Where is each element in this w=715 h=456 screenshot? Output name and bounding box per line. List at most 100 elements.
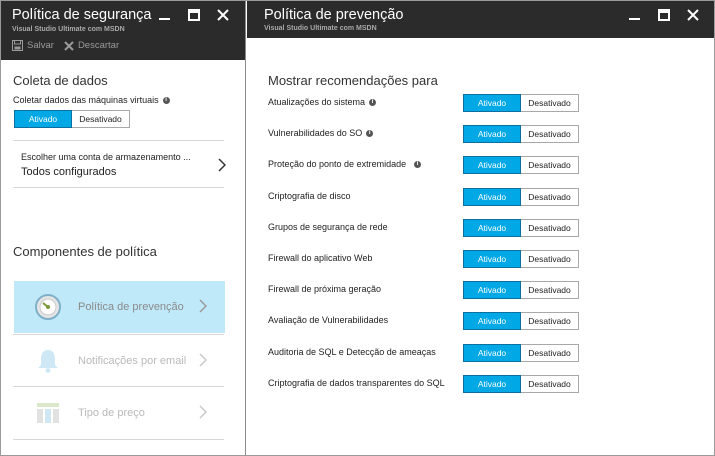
info-icon[interactable]: i: [369, 98, 377, 106]
discard-label: Descartar: [77, 40, 120, 51]
toggle-off-option[interactable]: Desativado: [521, 156, 579, 174]
maximize-icon[interactable]: [649, 7, 678, 23]
blade-subtitle: Visual Studio Ultimate com MSDN: [264, 25, 377, 32]
toggle-off-option[interactable]: Desativado: [521, 312, 579, 330]
recommendation-label: Firewall do aplicativo Web: [268, 253, 373, 263]
toggle-on-option[interactable]: Ativado: [463, 219, 521, 237]
recommendation-toggle[interactable]: Ativado Desativado: [463, 156, 579, 174]
save-label: Salvar: [27, 40, 54, 51]
recommendation-label: Avaliação de Vulnerabilidades: [268, 315, 389, 325]
recommendation-toggle[interactable]: Ativado Desativado: [463, 281, 579, 299]
minimize-icon[interactable]: [620, 7, 649, 23]
policy-components-heading: Componentes de política: [13, 244, 157, 259]
recommendation-row-disk-encryption: Criptografia de disco Ativado Desativado: [268, 188, 668, 206]
data-collection-heading: Coleta de dados: [13, 73, 108, 88]
recommendation-toggle[interactable]: Ativado Desativado: [463, 344, 579, 362]
toggle-off-option[interactable]: Desativado: [521, 219, 579, 237]
blade-subtitle: Visual Studio Ultimate com MSDN: [12, 26, 125, 33]
recommendation-toggle[interactable]: Ativado Desativado: [463, 125, 579, 143]
recommendation-row-next-gen-firewall: Firewall de próxima geração Ativado Desa…: [268, 281, 668, 299]
toggle-off-option[interactable]: Desativado: [521, 125, 579, 143]
storage-account-value: Todos configurados: [21, 166, 117, 178]
chevron-right-icon: [199, 299, 207, 313]
recommendation-label: Firewall de próxima geração: [268, 284, 382, 294]
chevron-right-icon: [199, 353, 207, 367]
save-button[interactable]: Salvar: [12, 40, 54, 51]
gauge-icon: [28, 287, 68, 327]
recommendation-toggle[interactable]: Ativado Desativado: [463, 219, 579, 237]
recommendation-toggle[interactable]: Ativado Desativado: [463, 250, 579, 268]
recommendation-row-vulnerability-assessment: Avaliação de Vulnerabilidades Ativado De…: [268, 312, 668, 330]
recommendation-label: Vulnerabilidades do SO i: [268, 128, 374, 138]
maximize-icon[interactable]: [179, 7, 208, 23]
recommendation-label: Atualizações do sistema i: [268, 97, 377, 107]
recommendation-toggle[interactable]: Ativado Desativado: [463, 94, 579, 112]
recommendation-label-text: Atualizações do sistema: [268, 97, 366, 107]
recommendation-label: Proteção do ponto de extremidade i: [268, 159, 422, 169]
component-item-email-notifications[interactable]: Notificações por email: [14, 335, 225, 387]
blade-header: Política de segurança Visual Studio Ulti…: [0, 0, 245, 60]
toggle-on-option[interactable]: Ativado: [463, 188, 521, 206]
window-controls: [620, 7, 707, 23]
toggle-off-option[interactable]: Desativado: [521, 94, 579, 112]
info-icon[interactable]: i: [366, 129, 374, 137]
recommendation-label: Criptografia de dados transparentes do S…: [268, 378, 445, 388]
divider: [13, 439, 224, 440]
component-item-prevention-policy[interactable]: Política de prevenção: [14, 281, 225, 333]
recommendation-row-system-updates: Atualizações do sistema i Ativado Desati…: [268, 94, 668, 112]
component-item-label: Notificações por email: [78, 355, 187, 367]
toggle-on-option[interactable]: Ativado: [463, 281, 521, 299]
component-item-pricing-tier[interactable]: Tipo de preço: [14, 387, 225, 439]
recommendation-row-web-app-firewall: Firewall do aplicativo Web Ativado Desat…: [268, 250, 668, 268]
toggle-off-option[interactable]: Desativado: [521, 250, 579, 268]
blade-title: Política de prevenção: [264, 7, 404, 23]
toggle-on-option[interactable]: Ativado: [463, 312, 521, 330]
toggle-on-option[interactable]: Ativado: [463, 125, 521, 143]
discard-icon: [64, 40, 74, 51]
recommendation-toggle[interactable]: Ativado Desativado: [463, 375, 579, 393]
toggle-off-option[interactable]: Desativado: [521, 375, 579, 393]
toggle-on-option[interactable]: Ativado: [14, 110, 72, 128]
recommendation-row-os-vulnerabilities: Vulnerabilidades do SO i Ativado Desativ…: [268, 125, 668, 143]
close-icon[interactable]: [678, 7, 707, 23]
info-icon[interactable]: i: [414, 160, 422, 168]
blade-title: Política de segurança: [12, 7, 152, 23]
recommendation-label: Grupos de segurança de rede: [268, 222, 388, 232]
toggle-off-option[interactable]: Desativado: [521, 344, 579, 362]
recommendation-label: Criptografia de disco: [268, 191, 351, 201]
toggle-on-option[interactable]: Ativado: [463, 250, 521, 268]
chevron-right-icon: [199, 405, 207, 419]
info-icon[interactable]: i: [162, 96, 170, 104]
recommendation-row-sql-auditing: Auditoria de SQL e Detecção de ameaças A…: [268, 344, 668, 362]
toggle-on-option[interactable]: Ativado: [463, 344, 521, 362]
toggle-on-option[interactable]: Ativado: [463, 156, 521, 174]
recommendation-label: Auditoria de SQL e Detecção de ameaças: [268, 347, 436, 357]
recommendation-row-network-security-groups: Grupos de segurança de rede Ativado Desa…: [268, 219, 668, 237]
component-item-label: Tipo de preço: [78, 407, 145, 419]
data-collection-label-text: Coletar dados das máquinas virtuais: [13, 95, 159, 105]
recommendation-toggle[interactable]: Ativado Desativado: [463, 312, 579, 330]
window-controls: [150, 7, 237, 23]
storage-account-selector[interactable]: Escolher uma conta de armazenamento ... …: [21, 152, 226, 178]
pricing-icon: [28, 393, 68, 433]
recommendation-label-text: Vulnerabilidades do SO: [268, 128, 363, 138]
data-collection-label: Coletar dados das máquinas virtuais i: [13, 95, 170, 105]
storage-account-label: Escolher uma conta de armazenamento ...: [21, 152, 191, 162]
toggle-off-option[interactable]: Desativado: [521, 188, 579, 206]
recommendation-toggle[interactable]: Ativado Desativado: [463, 188, 579, 206]
close-icon[interactable]: [208, 7, 237, 23]
toggle-on-option[interactable]: Ativado: [463, 375, 521, 393]
data-collection-toggle[interactable]: Ativado Desativado: [14, 110, 130, 128]
minimize-icon[interactable]: [150, 7, 179, 23]
toggle-on-option[interactable]: Ativado: [463, 94, 521, 112]
toggle-off-option[interactable]: Desativado: [521, 281, 579, 299]
chevron-right-icon: [218, 158, 226, 172]
discard-button[interactable]: Descartar: [64, 40, 119, 51]
divider: [13, 187, 224, 188]
security-policy-blade: Política de segurança Visual Studio Ulti…: [0, 0, 246, 456]
toggle-off-option[interactable]: Desativado: [72, 110, 130, 128]
recommendation-row-sql-tde: Criptografia de dados transparentes do S…: [268, 375, 668, 393]
save-icon: [12, 40, 23, 51]
bell-icon: [28, 341, 68, 381]
blade-header: Política de prevenção Visual Studio Ulti…: [247, 0, 715, 38]
